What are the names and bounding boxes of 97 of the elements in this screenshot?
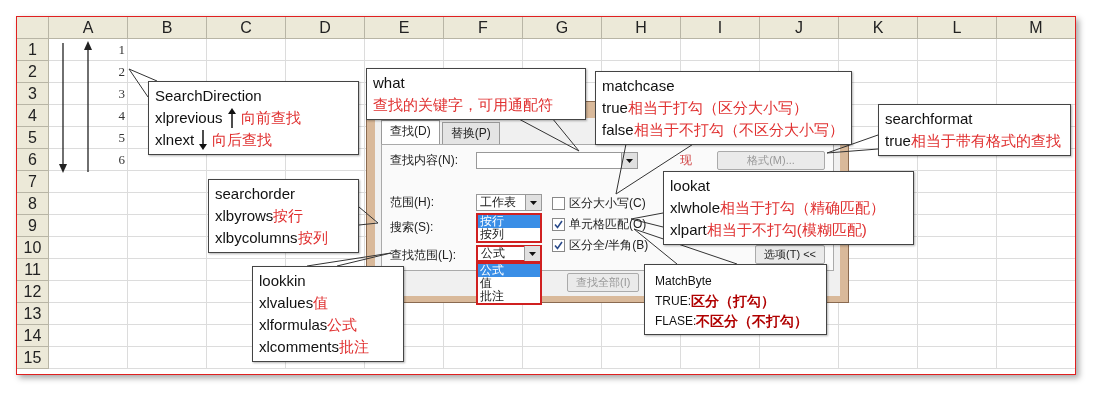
- dialog-tab[interactable]: 替换(P): [441, 122, 500, 144]
- list-option[interactable]: 按列: [478, 228, 540, 241]
- callout-title: matchcase: [602, 76, 676, 96]
- cell-value: 3: [118, 86, 125, 102]
- column-header[interactable]: B: [128, 17, 207, 39]
- column-header[interactable]: K: [839, 17, 918, 39]
- field-label: 搜索(S):: [390, 219, 435, 236]
- parameter-value: xlvalues: [259, 293, 314, 313]
- arrow-up-icon: [226, 108, 237, 128]
- column-header[interactable]: I: [681, 17, 760, 39]
- callout-note: 区分（打勾）: [691, 292, 775, 311]
- partial-text: 现: [680, 152, 692, 169]
- callout-title: lookat: [670, 176, 712, 196]
- callout-note: 相当于打勾（精确匹配）: [720, 198, 886, 218]
- column-header[interactable]: H: [602, 17, 681, 39]
- row-header[interactable]: 9: [17, 215, 49, 237]
- parameter-value: xlbycolumns: [215, 228, 298, 248]
- field-label: 查找内容(N):: [390, 152, 459, 169]
- cell-value: 4: [118, 108, 125, 124]
- column-header[interactable]: E: [365, 17, 444, 39]
- callout-title: MatchByte: [655, 273, 713, 290]
- callout-pointer: [128, 68, 158, 98]
- column-header[interactable]: D: [286, 17, 365, 39]
- callout-note: 公式: [327, 315, 358, 335]
- callout-title: SearchDirection: [155, 86, 263, 106]
- parameter-value: xlprevious: [155, 108, 223, 128]
- checkbox-label: 单元格匹配(O): [569, 216, 647, 233]
- row-header[interactable]: 11: [17, 259, 49, 281]
- list-option[interactable]: 值: [478, 277, 540, 290]
- cell-value: 5: [118, 130, 125, 146]
- checkbox[interactable]: [552, 218, 565, 231]
- cell-value: 1: [118, 42, 125, 58]
- callout-note: 相当于打勾（区分大小写）: [627, 98, 808, 118]
- callout-note: 查找的关键字，可用通配符: [373, 95, 553, 115]
- row-header[interactable]: 7: [17, 171, 49, 193]
- checkbox[interactable]: [552, 239, 565, 252]
- parameter-value: xlbyrows: [215, 206, 274, 226]
- column-header[interactable]: M: [997, 17, 1075, 39]
- callout-note: 按列: [297, 228, 328, 248]
- column-header[interactable]: G: [523, 17, 602, 39]
- callout-pointer: [358, 206, 379, 226]
- parameter-value: FLASE:: [655, 313, 697, 330]
- callout-note: 向后查找: [212, 130, 273, 150]
- callout-note: 相当于带有格式的查找: [910, 131, 1061, 151]
- column-header[interactable]: F: [444, 17, 523, 39]
- checkbox-label: 区分全/半角(B): [569, 237, 649, 254]
- callout-title: lookkin: [259, 271, 307, 291]
- parameter-value: xlformulas: [259, 315, 328, 335]
- checkbox[interactable]: [552, 197, 565, 210]
- field-label: 查找范围(L):: [390, 247, 457, 264]
- column-header[interactable]: A: [49, 17, 128, 39]
- parameter-value: xlpart: [670, 220, 707, 240]
- within-dropdown[interactable]: 工作表: [476, 194, 542, 211]
- row-header[interactable]: 14: [17, 325, 49, 347]
- callout-title: what: [373, 73, 406, 93]
- parameter-value: false: [602, 120, 634, 140]
- row-header[interactable]: 3: [17, 83, 49, 105]
- callout-note: 向前查找: [240, 108, 301, 128]
- field-label: 范围(H):: [390, 194, 435, 211]
- row-header[interactable]: 12: [17, 281, 49, 303]
- caret-icon: [524, 246, 540, 261]
- callout-note: 按行: [273, 206, 304, 226]
- cell-value: 2: [118, 64, 125, 80]
- row-header[interactable]: 6: [17, 149, 49, 171]
- look-in-dropdown[interactable]: 公式: [476, 245, 542, 262]
- row-header[interactable]: 2: [17, 61, 49, 83]
- callout-note: 不区分（不打勾）: [696, 312, 809, 331]
- options-button[interactable]: 选项(T) <<: [755, 245, 825, 264]
- parameter-value: xlwhole: [670, 198, 721, 218]
- row-header[interactable]: 8: [17, 193, 49, 215]
- list-option[interactable]: 批注: [478, 290, 540, 303]
- dialog-tab[interactable]: 查找(D): [381, 120, 440, 144]
- row-header[interactable]: 5: [17, 127, 49, 149]
- row-header[interactable]: 1: [17, 39, 49, 61]
- callout-note: 相当于不打勾(模糊匹配): [706, 220, 867, 240]
- parameter-value: xlcomments: [259, 337, 340, 357]
- row-header[interactable]: 15: [17, 347, 49, 369]
- callout-note: 批注: [339, 337, 370, 357]
- callout-note: 相当于不打勾（不区分大小写）: [633, 120, 844, 140]
- column-header[interactable]: J: [760, 17, 839, 39]
- parameter-value: true: [602, 98, 628, 118]
- column-header[interactable]: C: [207, 17, 286, 39]
- find-what-field[interactable]: [476, 152, 638, 169]
- row-header[interactable]: 4: [17, 105, 49, 127]
- checkbox-label: 区分大小写(C): [569, 195, 646, 212]
- parameter-value: true: [885, 131, 911, 151]
- parameter-value: xlnext: [155, 130, 195, 150]
- parameter-value: TRUE:: [655, 293, 691, 310]
- callout-note: 值: [313, 293, 329, 313]
- callout-title: searchformat: [885, 109, 974, 129]
- column-header[interactable]: L: [918, 17, 997, 39]
- cell-value: 6: [118, 152, 125, 168]
- arrow-down-icon: [198, 130, 209, 150]
- callout-title: searchorder: [215, 184, 297, 204]
- caret-icon: [525, 195, 541, 210]
- row-header[interactable]: 13: [17, 303, 49, 325]
- row-header[interactable]: 10: [17, 237, 49, 259]
